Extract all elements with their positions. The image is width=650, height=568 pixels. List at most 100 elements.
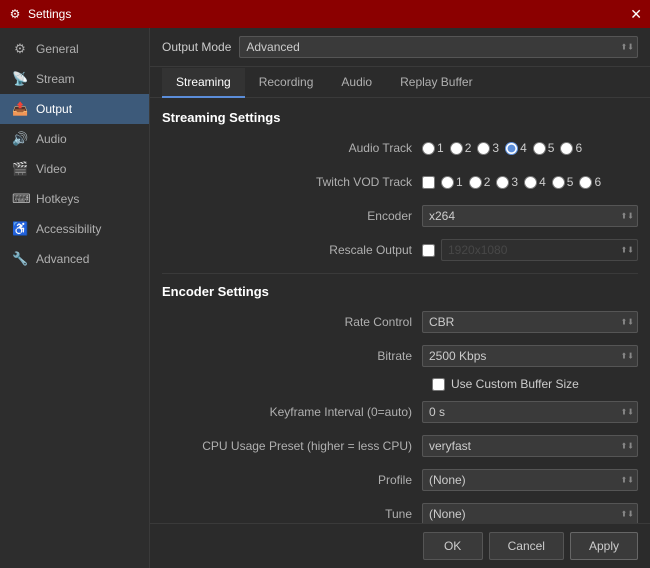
- keyframe-interval-wrapper: 0 s 1 s 2 s: [422, 401, 638, 423]
- audio-track-6-label: 6: [575, 141, 582, 155]
- bitrate-label: Bitrate: [162, 349, 422, 363]
- twitch-vod-2-label: 2: [484, 175, 491, 189]
- cpu-preset-select[interactable]: ultrafast superfast veryfast faster fast…: [422, 435, 638, 457]
- audio-track-5-label: 5: [548, 141, 555, 155]
- audio-track-2-item: 2: [450, 141, 472, 155]
- cpu-preset-row: CPU Usage Preset (higher = less CPU) ult…: [162, 433, 638, 459]
- twitch-vod-3-radio[interactable]: [496, 176, 509, 189]
- twitch-vod-2-radio[interactable]: [469, 176, 482, 189]
- audio-track-4-radio[interactable]: [505, 142, 518, 155]
- sidebar-item-accessibility[interactable]: ♿ Accessibility: [0, 214, 149, 244]
- sidebar-label-accessibility: Accessibility: [36, 222, 101, 236]
- streaming-settings-header: Streaming Settings: [162, 110, 638, 125]
- rescale-output-select[interactable]: 1920x1080 1280x720: [441, 239, 638, 261]
- audio-icon: 🔊: [12, 131, 28, 147]
- twitch-vod-3-item: 3: [496, 175, 518, 189]
- cancel-button[interactable]: Cancel: [489, 532, 564, 560]
- rate-control-row: Rate Control CBR VBR ABR CRF: [162, 309, 638, 335]
- audio-track-6-item: 6: [560, 141, 582, 155]
- twitch-vod-1-item: 1: [441, 175, 463, 189]
- sidebar-label-audio: Audio: [36, 132, 67, 146]
- output-mode-select[interactable]: Simple Advanced: [239, 36, 638, 58]
- twitch-vod-6-radio[interactable]: [579, 176, 592, 189]
- twitch-vod-3-label: 3: [511, 175, 518, 189]
- tune-select[interactable]: (None) film animation grain zerolatency: [422, 503, 638, 523]
- audio-track-3-label: 3: [492, 141, 499, 155]
- profile-select[interactable]: (None) baseline main high: [422, 469, 638, 491]
- sidebar: ⚙ General 📡 Stream 📤 Output 🔊 Audio 🎬 Vi…: [0, 28, 150, 568]
- tab-replaybuffer[interactable]: Replay Buffer: [386, 68, 487, 98]
- sidebar-item-video[interactable]: 🎬 Video: [0, 154, 149, 184]
- footer: OK Cancel Apply: [150, 523, 650, 568]
- divider-1: [162, 273, 638, 274]
- tab-recording[interactable]: Recording: [245, 68, 328, 98]
- bitrate-select[interactable]: 2500 Kbps 5000 Kbps 8000 Kbps: [422, 345, 638, 367]
- twitch-vod-1-radio[interactable]: [441, 176, 454, 189]
- audio-track-label: Audio Track: [162, 141, 422, 155]
- audio-track-1-item: 1: [422, 141, 444, 155]
- twitch-vod-checkbox[interactable]: [422, 176, 435, 189]
- twitch-vod-5-radio[interactable]: [552, 176, 565, 189]
- sidebar-label-output: Output: [36, 102, 72, 116]
- rate-control-select[interactable]: CBR VBR ABR CRF: [422, 311, 638, 333]
- tune-label: Tune: [162, 507, 422, 521]
- rescale-output-control: 1920x1080 1280x720: [422, 239, 638, 261]
- audio-track-6-radio[interactable]: [560, 142, 573, 155]
- keyframe-interval-select[interactable]: 0 s 1 s 2 s: [422, 401, 638, 423]
- audio-track-5-radio[interactable]: [533, 142, 546, 155]
- sidebar-item-hotkeys[interactable]: ⌨ Hotkeys: [0, 184, 149, 214]
- sidebar-label-video: Video: [36, 162, 66, 176]
- audio-track-3-item: 3: [477, 141, 499, 155]
- sidebar-item-audio[interactable]: 🔊 Audio: [0, 124, 149, 154]
- sidebar-item-stream[interactable]: 📡 Stream: [0, 64, 149, 94]
- tune-row: Tune (None) film animation grain zerolat…: [162, 501, 638, 523]
- profile-wrapper: (None) baseline main high: [422, 469, 638, 491]
- twitch-vod-5-item: 5: [552, 175, 574, 189]
- sidebar-item-advanced[interactable]: 🔧 Advanced: [0, 244, 149, 274]
- rescale-output-row: Rescale Output 1920x1080 1280x720: [162, 237, 638, 263]
- cpu-preset-wrapper: ultrafast superfast veryfast faster fast…: [422, 435, 638, 457]
- sidebar-item-general[interactable]: ⚙ General: [0, 34, 149, 64]
- encoder-settings-header: Encoder Settings: [162, 284, 638, 299]
- audio-track-row: Audio Track 1 2 3: [162, 135, 638, 161]
- twitch-vod-2-item: 2: [469, 175, 491, 189]
- bitrate-wrapper: 2500 Kbps 5000 Kbps 8000 Kbps: [422, 345, 638, 367]
- custom-buffer-label: Use Custom Buffer Size: [451, 377, 579, 391]
- sidebar-label-advanced: Advanced: [36, 252, 89, 266]
- sidebar-label-general: General: [36, 42, 79, 56]
- audio-track-3-radio[interactable]: [477, 142, 490, 155]
- twitch-vod-track-row: Twitch VOD Track 1 2 3: [162, 169, 638, 195]
- advanced-icon: 🔧: [12, 251, 28, 267]
- audio-track-2-radio[interactable]: [450, 142, 463, 155]
- settings-icon: ⚙: [8, 7, 22, 21]
- output-mode-bar: Output Mode Simple Advanced: [150, 28, 650, 67]
- close-button[interactable]: ✕: [630, 7, 642, 21]
- custom-buffer-checkbox[interactable]: [432, 378, 445, 391]
- keyframe-interval-label: Keyframe Interval (0=auto): [162, 405, 422, 419]
- twitch-vod-4-item: 4: [524, 175, 546, 189]
- keyframe-interval-row: Keyframe Interval (0=auto) 0 s 1 s 2 s: [162, 399, 638, 425]
- rescale-output-checkbox[interactable]: [422, 244, 435, 257]
- sidebar-label-hotkeys: Hotkeys: [36, 192, 79, 206]
- encoder-label: Encoder: [162, 209, 422, 223]
- audio-track-5-item: 5: [533, 141, 555, 155]
- twitch-vod-4-radio[interactable]: [524, 176, 537, 189]
- ok-button[interactable]: OK: [423, 532, 483, 560]
- sidebar-item-output[interactable]: 📤 Output: [0, 94, 149, 124]
- twitch-vod-6-item: 6: [579, 175, 601, 189]
- audio-track-1-label: 1: [437, 141, 444, 155]
- output-mode-select-wrapper: Simple Advanced: [239, 36, 638, 58]
- twitch-vod-5-label: 5: [567, 175, 574, 189]
- audio-track-1-radio[interactable]: [422, 142, 435, 155]
- audio-track-4-label: 4: [520, 141, 527, 155]
- rate-control-label: Rate Control: [162, 315, 422, 329]
- tab-streaming[interactable]: Streaming: [162, 68, 245, 98]
- encoder-select[interactable]: x264 NVENC H.264 x265: [422, 205, 638, 227]
- accessibility-icon: ♿: [12, 221, 28, 237]
- twitch-vod-control: 1 2 3 4 5: [422, 175, 638, 189]
- rescale-output-label: Rescale Output: [162, 243, 422, 257]
- apply-button[interactable]: Apply: [570, 532, 638, 560]
- tab-audio[interactable]: Audio: [327, 68, 386, 98]
- profile-row: Profile (None) baseline main high: [162, 467, 638, 493]
- title-bar: ⚙ Settings ✕: [0, 0, 650, 28]
